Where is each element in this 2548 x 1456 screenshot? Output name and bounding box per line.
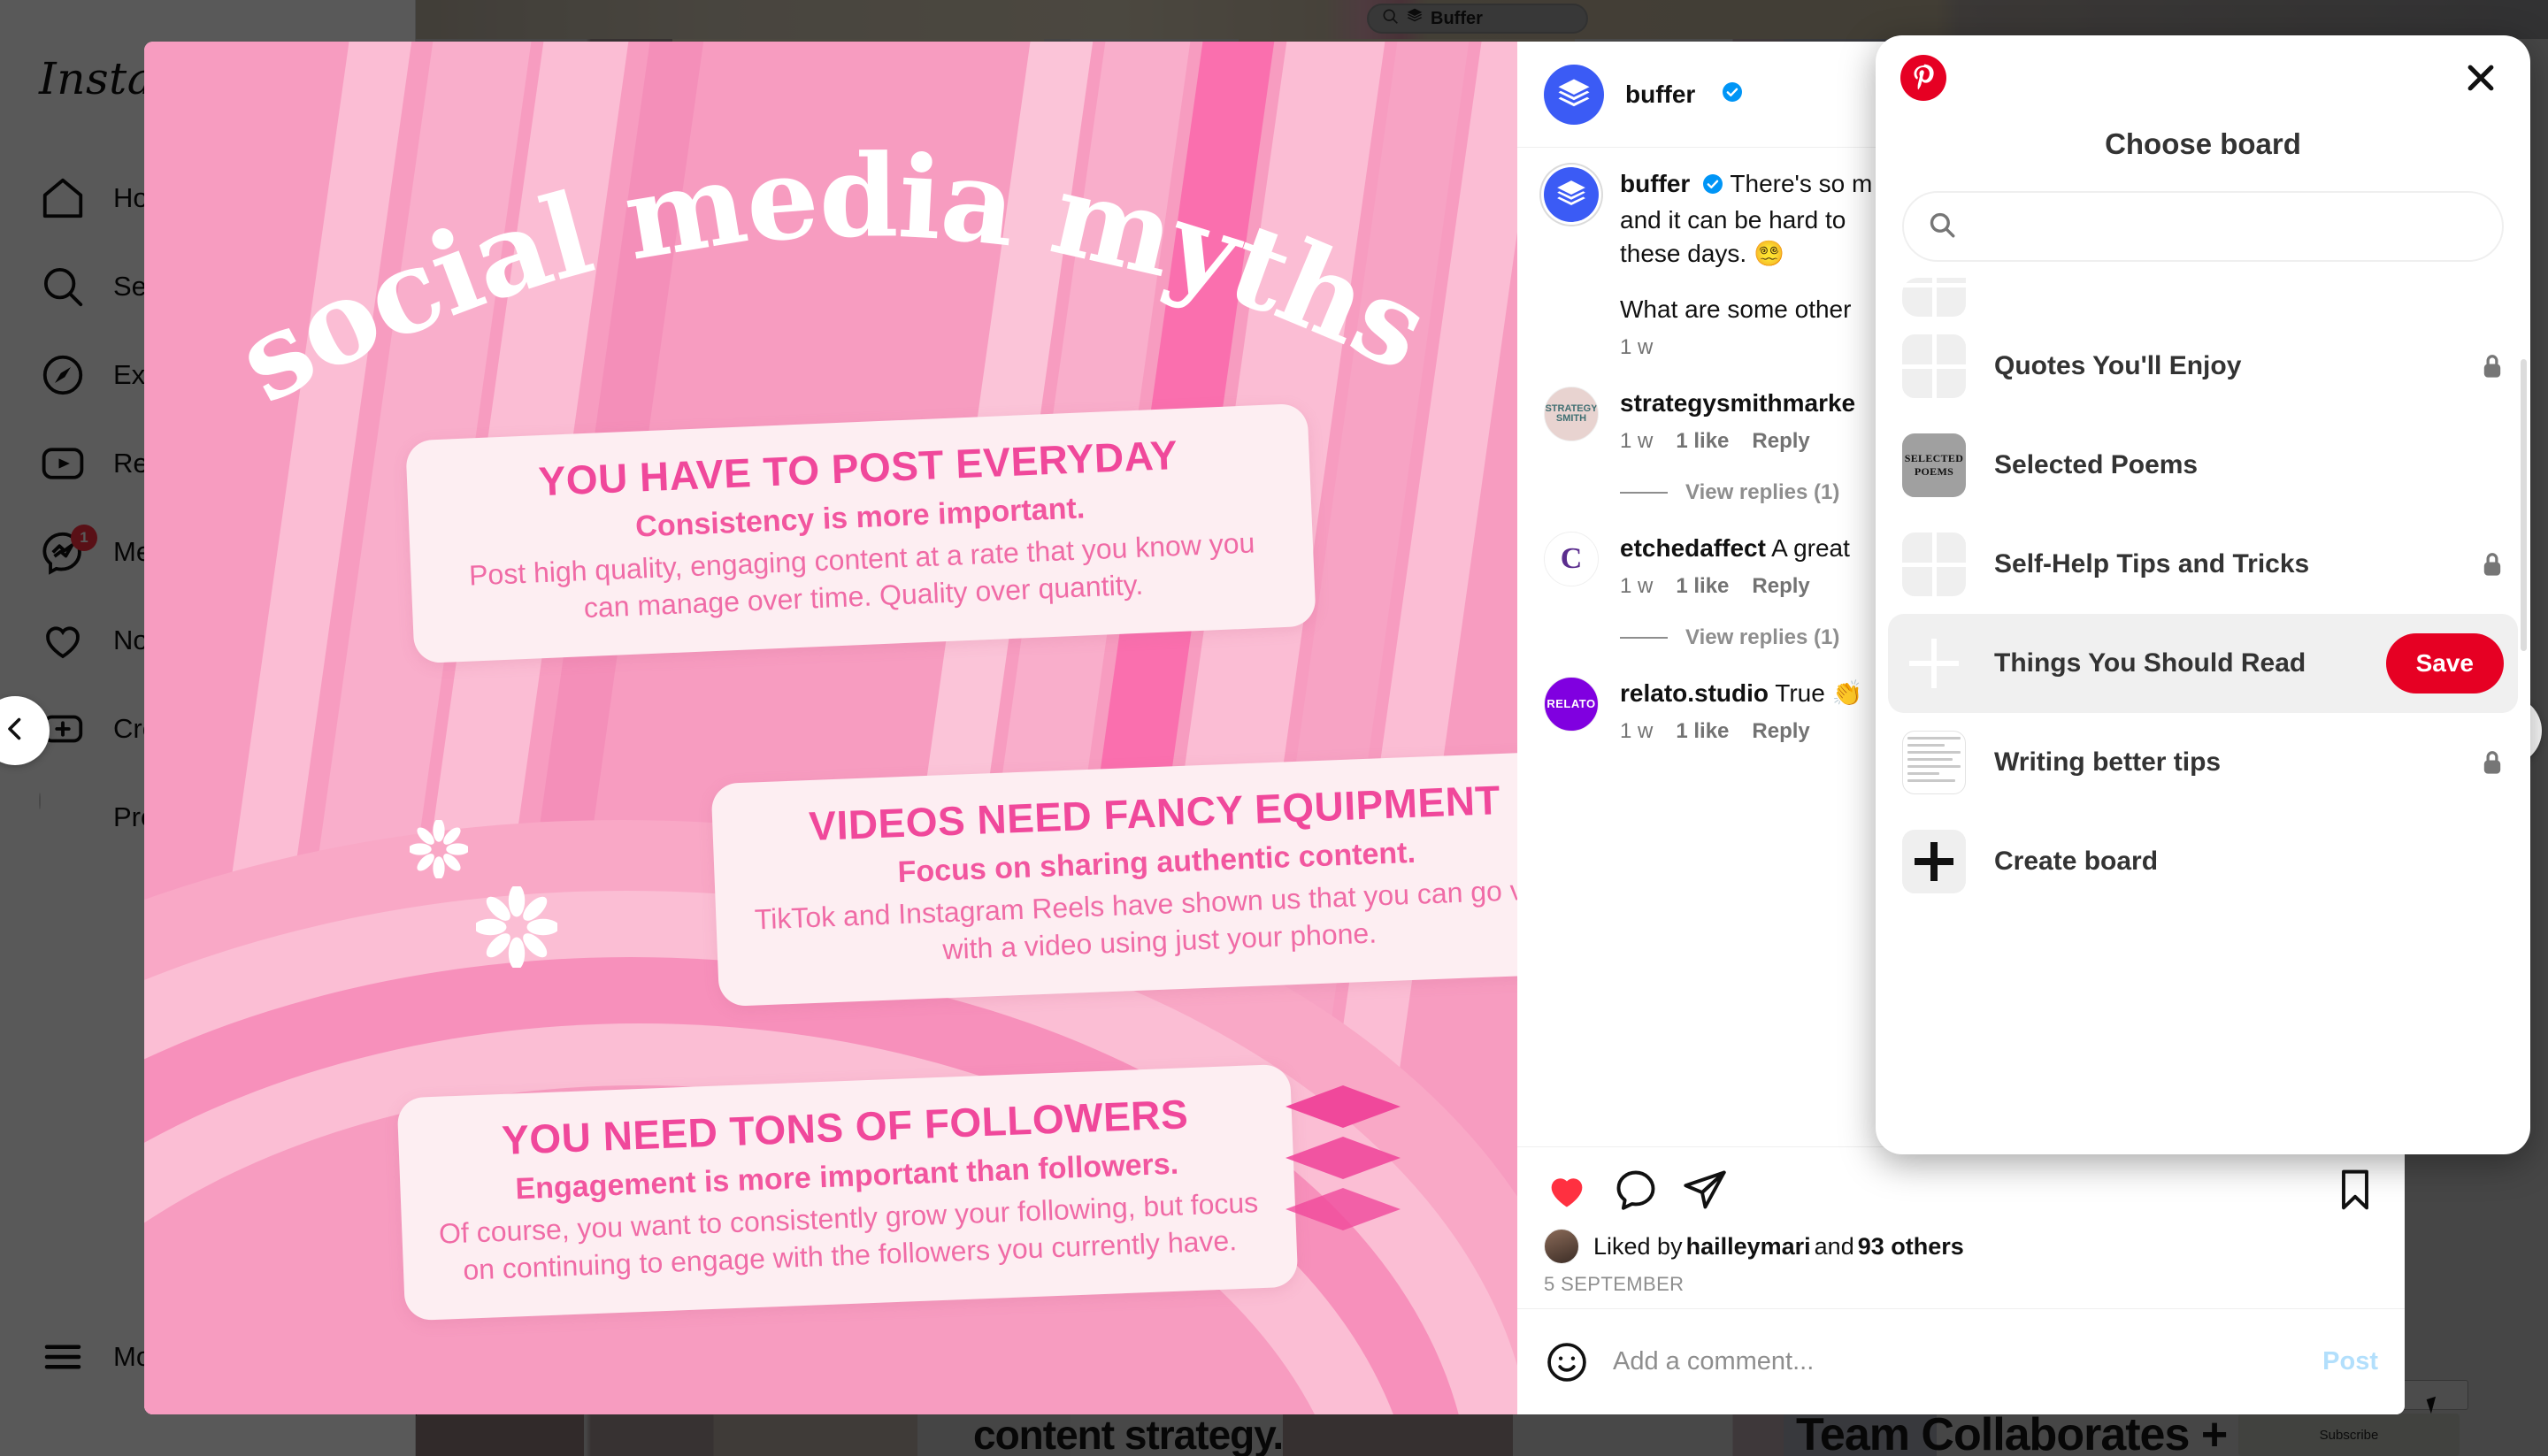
pinterest-logo-icon	[1900, 55, 1946, 101]
lock-icon	[2481, 749, 2504, 776]
caption-line-1: There's so m	[1730, 170, 1873, 197]
pinterest-modal-header	[1876, 35, 2530, 124]
avatar[interactable]	[1544, 167, 1599, 222]
board-name: Quotes You'll Enjoy	[1994, 351, 2242, 380]
flower-icon-1	[410, 820, 468, 878]
caption-author[interactable]: buffer	[1620, 170, 1690, 197]
post-author-name[interactable]: buffer	[1625, 80, 1695, 109]
post-actions: Liked by hailleymari and 93 others 5 SEP…	[1517, 1146, 2405, 1308]
board-name: Writing better tips	[1994, 747, 2222, 777]
board-row-quotes-youll-enjoy[interactable]: Quotes You'll Enjoy	[1902, 317, 2518, 416]
likes-count[interactable]: 93 others	[1858, 1233, 1964, 1261]
create-board-label: Create board	[1994, 847, 2159, 876]
divider	[1620, 491, 1668, 494]
board-thumbnail: SELECTED POEMS	[1902, 433, 1966, 497]
comment-likes[interactable]: 1 like	[1676, 429, 1729, 454]
post-graphic-title-text: social media myths	[217, 130, 1448, 429]
search-input[interactable]	[1971, 212, 2479, 241]
avatar[interactable]	[1544, 64, 1604, 125]
strategysmith-avatar[interactable]: STRATEGY SMITH	[1544, 387, 1599, 442]
share-icon[interactable]	[1682, 1167, 1728, 1213]
board-list[interactable]: Quotes You'll Enjoy SELECTED POEMS Selec…	[1876, 278, 2530, 1154]
comment-likes[interactable]: 1 like	[1676, 574, 1729, 599]
comment-reply-button[interactable]: Reply	[1752, 574, 1809, 599]
comment-text: True 👏	[1769, 678, 1863, 707]
post-date: 5 SEPTEMBER	[1544, 1273, 1685, 1295]
board-thumbnail	[1902, 632, 1966, 695]
myth-card-2: VIDEOS NEED FANCY EQUIPMENT Focus on sha…	[710, 749, 1517, 1008]
comment-author[interactable]: strategysmithmarke	[1620, 389, 1855, 417]
view-replies-label: View replies (1)	[1685, 625, 1840, 649]
save-button[interactable]: Save	[2385, 633, 2504, 694]
verified-badge-icon	[1722, 81, 1743, 107]
pinterest-modal-title: Choose board	[2105, 127, 2301, 160]
caption-time: 1 w	[1620, 335, 1654, 360]
close-icon[interactable]	[2456, 53, 2506, 103]
post-comment-button[interactable]: Post	[2322, 1347, 2378, 1376]
board-name: Things You Should Read	[1994, 648, 2306, 678]
post-image[interactable]: social media myths YOU HAVE TO POST EVER…	[144, 42, 1517, 1414]
comment-time: 1 w	[1620, 428, 1654, 453]
board-thumbnail	[1902, 278, 1966, 317]
bookmark-icon[interactable]	[2332, 1167, 2378, 1213]
board-search-field[interactable]	[1902, 191, 2504, 262]
emoji-icon[interactable]	[1544, 1339, 1590, 1385]
comment-time: 1 w	[1620, 573, 1654, 598]
board-thumbnail	[1902, 334, 1966, 398]
comment-icon[interactable]	[1613, 1167, 1659, 1213]
comment-reply-button[interactable]: Reply	[1752, 429, 1809, 454]
comment-time: 1 w	[1620, 718, 1654, 743]
view-replies-label: View replies (1)	[1685, 479, 1840, 504]
plus-icon	[1902, 830, 1966, 893]
divider	[1620, 636, 1668, 639]
comment-text: A great	[1765, 533, 1850, 562]
pinterest-choose-board-modal: Choose board Quotes You'll Enjoy SELECTE…	[1876, 35, 2530, 1154]
verified-badge-icon	[1702, 170, 1723, 203]
buffer-watermark-icon	[1286, 1085, 1401, 1239]
comment-likes[interactable]: 1 like	[1676, 719, 1729, 744]
board-row-partial[interactable]	[1902, 278, 2518, 317]
comment-reply-button[interactable]: Reply	[1752, 719, 1809, 744]
board-thumbnail	[1902, 533, 1966, 596]
likes-mid: and	[1814, 1232, 1854, 1260]
board-list-scrollbar[interactable]	[2521, 359, 2527, 651]
relato-avatar[interactable]: RELATO	[1544, 676, 1599, 732]
comment-input[interactable]	[1613, 1347, 2300, 1376]
etchedaffect-avatar[interactable]: C	[1544, 531, 1599, 586]
board-row-things-you-should-read[interactable]: Things You Should Read Save	[1888, 614, 2518, 713]
myth-card-3: YOU NEED TONS OF FOLLOWERS Engagement is…	[396, 1063, 1299, 1322]
board-thumbnail	[1902, 731, 1966, 794]
add-comment-bar: Post	[1517, 1308, 2405, 1414]
board-name: Self-Help Tips and Tricks	[1994, 549, 2310, 579]
heart-icon-filled[interactable]	[1544, 1167, 1590, 1213]
comment-author[interactable]: etchedaffect	[1620, 534, 1766, 562]
board-row-selected-poems[interactable]: SELECTED POEMS Selected Poems	[1902, 416, 2518, 515]
comment-author[interactable]: relato.studio	[1620, 679, 1769, 707]
post-graphic-title: social media myths	[144, 130, 1517, 448]
likes-prefix: Liked by	[1593, 1232, 1683, 1260]
svg-text:social media myths: social media myths	[217, 130, 1447, 429]
board-name: Selected Poems	[1994, 450, 2199, 479]
search-icon	[1927, 210, 1957, 244]
likes-summary: Liked by hailleymari and 93 others	[1544, 1229, 2378, 1264]
board-row-writing-better-tips[interactable]: Writing better tips	[1902, 713, 2518, 812]
board-row-self-help-tips-and-tricks[interactable]: Self-Help Tips and Tricks	[1902, 515, 2518, 614]
chevron-left-icon	[0, 713, 31, 749]
avatar	[1544, 1229, 1579, 1264]
lock-icon	[2481, 551, 2504, 578]
likes-user[interactable]: hailleymari	[1686, 1233, 1811, 1261]
create-board-button[interactable]: Create board	[1902, 812, 2518, 911]
page-root: Buffer Say it with motion Spotify Music …	[0, 0, 2548, 1456]
flower-icon-2	[476, 886, 557, 968]
lock-icon	[2481, 353, 2504, 379]
myth-card-1: YOU HAVE TO POST EVERYDAY Consistency is…	[405, 402, 1316, 664]
